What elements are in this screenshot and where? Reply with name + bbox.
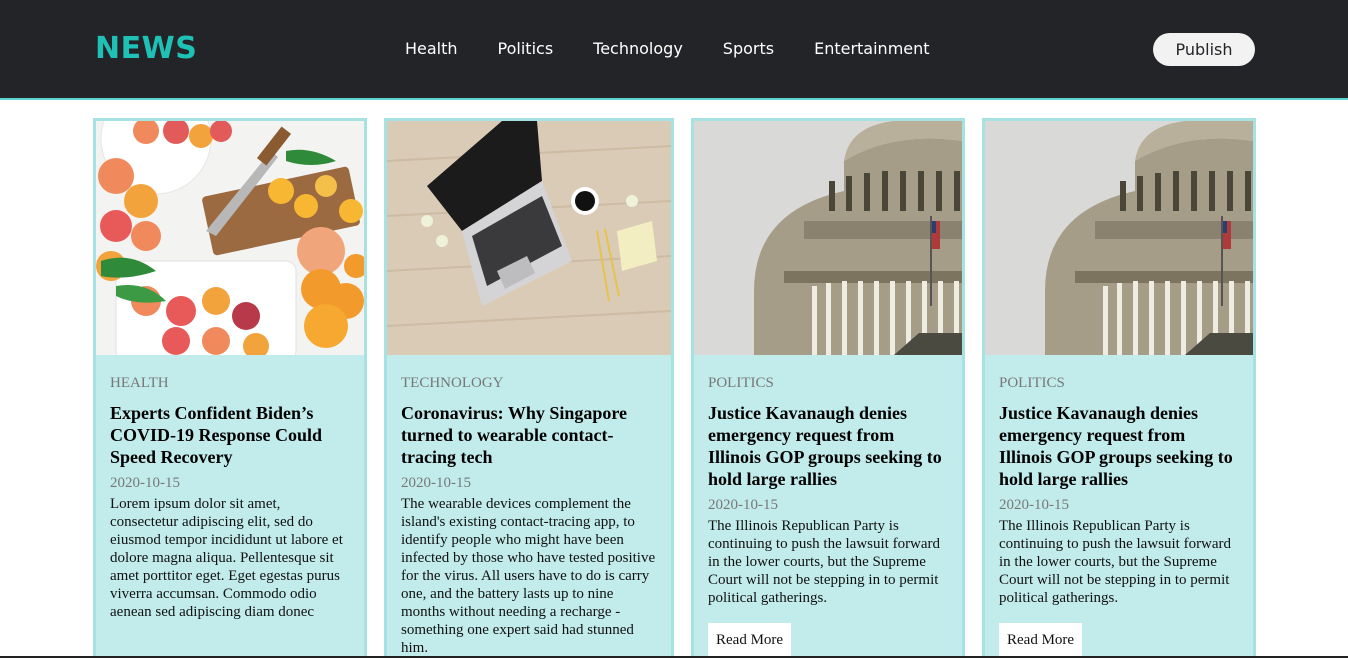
card-body: POLITICS Justice Kavanaugh denies emerge… — [694, 355, 962, 657]
nav-link-technology[interactable]: Technology — [593, 39, 683, 61]
article-excerpt: The Illinois Republican Party is continu… — [999, 518, 1232, 606]
article-excerpt: The Illinois Republican Party is continu… — [708, 518, 941, 606]
laptop-desk-image[interactable] — [387, 121, 671, 355]
card-body: HEALTH Experts Confident Biden’s COVID-1… — [96, 355, 364, 621]
citrus-fruits-image[interactable] — [96, 121, 364, 355]
article-card-politics: POLITICS Justice Kavanaugh denies emerge… — [691, 118, 965, 658]
article-date: 2020-10-15 — [999, 497, 1069, 513]
nav-link-sports[interactable]: Sports — [723, 39, 774, 61]
article-title[interactable]: Experts Confident Biden’s COVID-19 Respo… — [110, 402, 350, 468]
card-body: TECHNOLOGY Coronavirus: Why Singapore tu… — [387, 355, 671, 657]
site-logo[interactable]: NEWS — [95, 31, 197, 66]
read-more-button[interactable]: Read More — [999, 623, 1083, 657]
nav-link-entertainment[interactable]: Entertainment — [814, 39, 929, 61]
article-title[interactable]: Justice Kavanaugh denies emergency reque… — [708, 402, 948, 490]
top-navbar: NEWS Health Politics Technology Sports E… — [0, 0, 1348, 100]
nav-link-politics[interactable]: Politics — [498, 39, 554, 61]
category-label: HEALTH — [110, 375, 169, 391]
read-more-button[interactable]: Read More — [708, 623, 792, 657]
article-card-health: HEALTH Experts Confident Biden’s COVID-1… — [93, 118, 367, 658]
article-excerpt: The wearable devices complement the isla… — [401, 496, 656, 656]
article-date: 2020-10-15 — [401, 475, 471, 491]
article-date: 2020-10-15 — [110, 475, 180, 491]
capitol-dome-image[interactable] — [985, 121, 1253, 355]
nav-link-health[interactable]: Health — [405, 39, 458, 61]
article-card-technology: TECHNOLOGY Coronavirus: Why Singapore tu… — [384, 118, 674, 658]
article-date: 2020-10-15 — [708, 497, 778, 513]
main-nav: Health Politics Technology Sports Entert… — [405, 39, 970, 61]
card-body: POLITICS Justice Kavanaugh denies emerge… — [985, 355, 1253, 657]
category-label: POLITICS — [999, 375, 1065, 391]
article-excerpt: Lorem ipsum dolor sit amet, consectetur … — [110, 496, 343, 620]
category-label: POLITICS — [708, 375, 774, 391]
article-title[interactable]: Coronavirus: Why Singapore turned to wea… — [401, 402, 657, 468]
capitol-dome-image[interactable] — [694, 121, 962, 355]
category-label: TECHNOLOGY — [401, 375, 504, 391]
publish-button[interactable]: Publish — [1153, 33, 1255, 66]
article-card-politics: POLITICS Justice Kavanaugh denies emerge… — [982, 118, 1256, 658]
article-title[interactable]: Justice Kavanaugh denies emergency reque… — [999, 402, 1239, 490]
